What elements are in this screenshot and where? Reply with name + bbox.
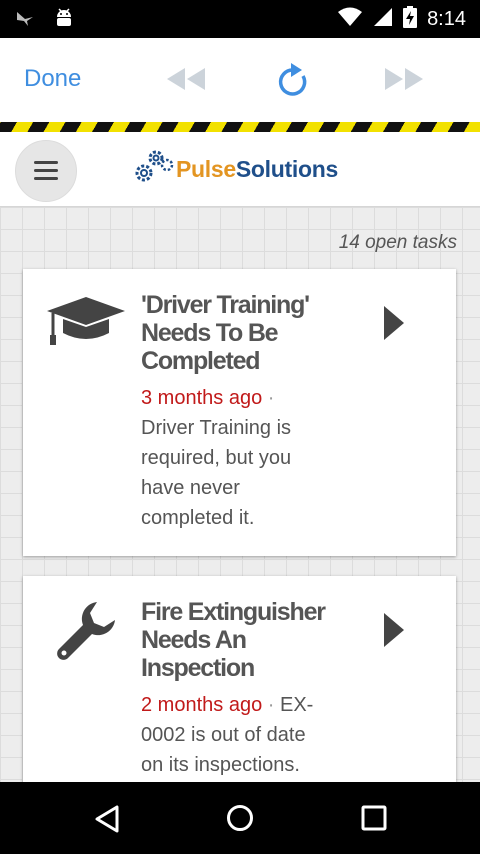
task-body: 3 months ago · Driver Training is requir… xyxy=(141,383,331,533)
refresh-icon[interactable] xyxy=(275,62,311,105)
logo-word-pulse: Pulse xyxy=(176,156,236,182)
play-arrow-icon[interactable] xyxy=(383,612,405,653)
android-icon xyxy=(54,7,74,34)
app-header: PulseSolutions xyxy=(0,132,480,207)
menu-button[interactable] xyxy=(15,140,77,202)
logo-text: PulseSolutions xyxy=(176,156,338,183)
bird-notification-icon xyxy=(14,7,36,34)
graduation-cap-icon xyxy=(45,293,127,356)
back-icon[interactable] xyxy=(93,804,121,839)
task-body: 2 months ago · EX-0002 is out of date on… xyxy=(141,690,326,780)
gears-icon xyxy=(134,148,174,191)
task-card[interactable]: 'Driver Training' Needs To Be Completed … xyxy=(23,269,456,556)
rewind-icon[interactable] xyxy=(163,62,209,101)
separator-dot: · xyxy=(267,387,275,409)
task-title: 'Driver Training' Needs To Be Completed xyxy=(141,291,310,375)
fast-forward-icon[interactable] xyxy=(381,62,427,101)
task-list-area[interactable]: 14 open tasks 'Driver Training' Needs To… xyxy=(0,207,480,782)
logo-word-solutions: Solutions xyxy=(235,156,338,182)
navigation-bar xyxy=(0,782,480,854)
clock: 8:14 xyxy=(427,8,466,30)
open-tasks-count: 14 open tasks xyxy=(338,232,457,253)
task-card[interactable]: Fire Extinguisher Needs An Inspection 2 … xyxy=(23,576,456,782)
done-button[interactable]: Done xyxy=(24,65,81,93)
cell-signal-icon xyxy=(373,7,393,32)
browser-toolbar: Done xyxy=(0,38,480,122)
wrench-icon xyxy=(55,600,117,667)
pulse-solutions-logo: PulseSolutions xyxy=(134,148,338,191)
play-arrow-icon[interactable] xyxy=(383,305,405,346)
wifi-icon xyxy=(337,7,363,32)
task-description: Driver Training is required, but you hav… xyxy=(141,417,292,529)
battery-charging-icon xyxy=(403,6,418,33)
task-title: Fire Extinguisher Needs An Inspection xyxy=(141,598,326,682)
separator-dot: · xyxy=(267,694,275,716)
status-bar: 8:14 xyxy=(0,0,480,38)
task-time-ago: 3 months ago xyxy=(141,387,263,409)
hazard-stripe-divider xyxy=(0,122,480,132)
home-icon[interactable] xyxy=(226,804,254,837)
task-time-ago: 2 months ago xyxy=(141,694,263,716)
recents-icon[interactable] xyxy=(360,804,388,837)
